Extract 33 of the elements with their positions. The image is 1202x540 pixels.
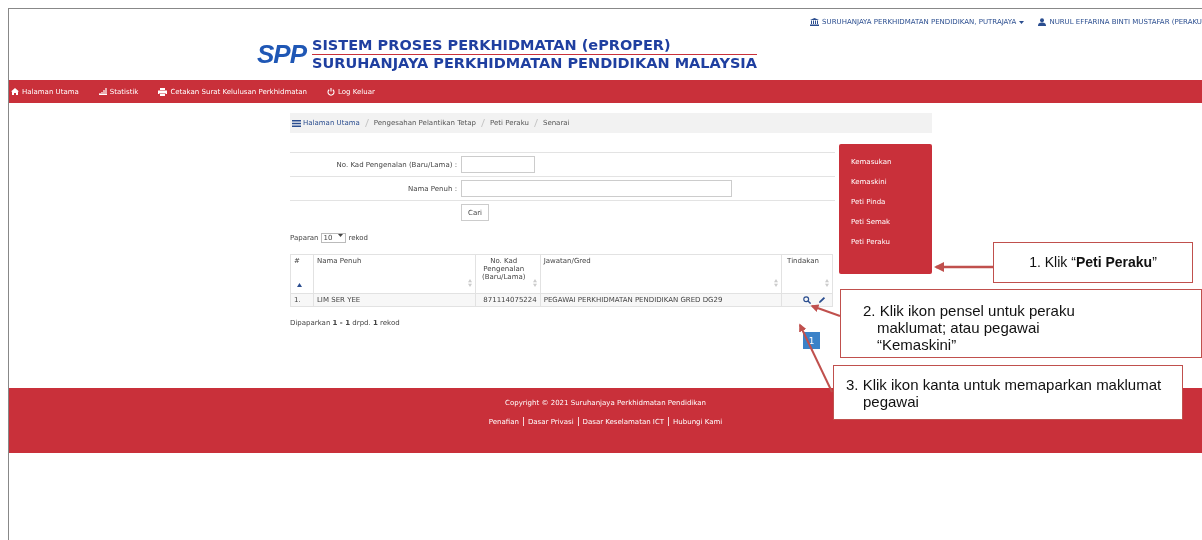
arrow: [799, 323, 833, 393]
printer-icon: [158, 87, 168, 96]
logo-mark: SPP: [257, 39, 307, 70]
instruction-callout: 1. Klik “Peti Peraku”: [993, 242, 1193, 283]
user-icon: [1038, 18, 1047, 26]
slash-separator: [364, 119, 369, 127]
system-title: SISTEM PROSES PERKHIDMATAN (ePROPER): [312, 37, 757, 55]
sort-icon[interactable]: [532, 279, 537, 287]
caret-icon: [338, 234, 344, 237]
instruction-callout: 3. Klik ikon kanta untuk memaparkan maklumat pegawai: [833, 365, 1183, 420]
sort-icon[interactable]: [825, 279, 829, 287]
sort-icon[interactable]: [774, 279, 778, 287]
sort-icon[interactable]: [467, 279, 472, 287]
building-icon: [810, 18, 820, 26]
pencil-icon[interactable]: [818, 296, 826, 304]
input-field[interactable]: [461, 180, 732, 197]
arrow: [934, 262, 993, 272]
list-icon: [292, 119, 301, 127]
link-separator: [667, 417, 671, 426]
home-icon: [11, 88, 19, 95]
search-icon[interactable]: [803, 296, 811, 304]
bar-chart-icon: [98, 88, 107, 95]
slash-separator: [533, 119, 538, 127]
caret-icon[interactable]: [1019, 20, 1025, 24]
instruction-callout: 2. Klik ikon pensel untuk peraku maklumat; atau pegawai “Kemaskini”: [840, 289, 1202, 358]
arrow: [810, 304, 841, 317]
sort-ascending-icon[interactable]: [297, 283, 302, 287]
slash-separator: [481, 119, 485, 127]
power-icon: [327, 87, 336, 96]
link-separator: [521, 417, 525, 426]
organization-title: SURUHANJAYA PERKHIDMATAN PENDIDIKAN MALAYSIA: [312, 55, 757, 72]
input-field[interactable]: [461, 156, 535, 173]
link-separator: [576, 417, 580, 426]
